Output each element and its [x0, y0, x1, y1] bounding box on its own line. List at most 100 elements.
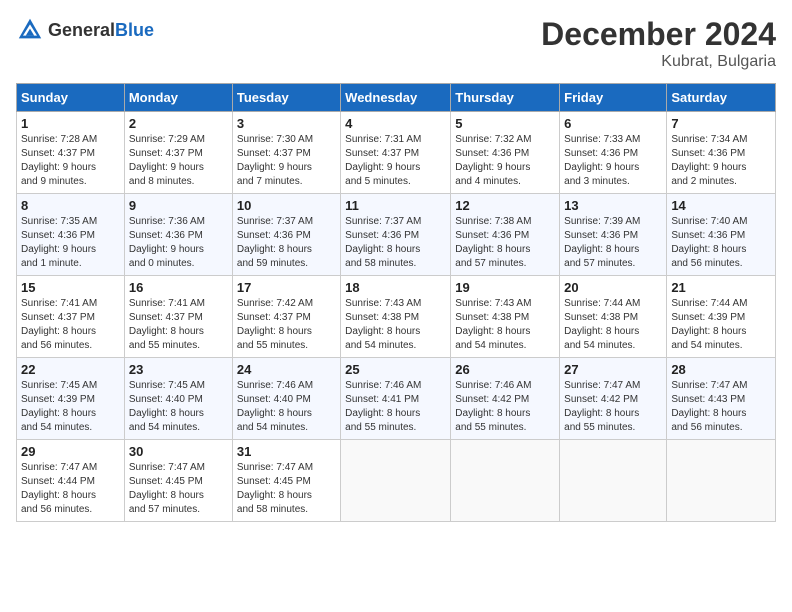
calendar-cell: 5 Sunrise: 7:32 AM Sunset: 4:36 PM Daylig… [451, 112, 560, 194]
calendar-cell: 21 Sunrise: 7:44 AM Sunset: 4:39 PM Dayli… [667, 276, 776, 358]
calendar-cell: 14Sunrise: 7:40 AM Sunset: 4:36 PM Dayli… [667, 194, 776, 276]
calendar-cell: 1Sunrise: 7:28 AM Sunset: 4:37 PM Daylig… [17, 112, 125, 194]
day-number: 20 [564, 280, 662, 295]
calendar-cell [341, 440, 451, 522]
logo-icon [16, 16, 44, 44]
day-number: 31 [237, 444, 336, 459]
calendar-cell: 25Sunrise: 7:46 AM Sunset: 4:41 PM Dayli… [341, 358, 451, 440]
cell-content: Sunrise: 7:43 AM Sunset: 4:38 PM Dayligh… [455, 297, 555, 353]
day-number: 27 [564, 362, 662, 377]
calendar-cell: 31 Sunrise: 7:47 AM Sunset: 4:45 PM Dayli… [232, 440, 340, 522]
cell-content: Sunrise: 7:46 AM Sunset: 4:42 PM Dayligh… [455, 379, 555, 435]
day-number: 30 [129, 444, 228, 459]
day-number: 28 [671, 362, 771, 377]
page-title: December 2024 [541, 16, 776, 53]
calendar-cell: 13 Sunrise: 7:39 AM Sunset: 4:36 PM Dayli… [560, 194, 667, 276]
cell-content: Sunrise: 7:43 AM Sunset: 4:38 PM Dayligh… [345, 297, 446, 353]
weekday-header: Tuesday [232, 84, 340, 112]
cell-content: Sunrise: 7:47 AM Sunset: 4:45 PM Dayligh… [129, 461, 228, 517]
day-number: 29 [21, 444, 120, 459]
day-number: 18 [345, 280, 446, 295]
page-subtitle: Kubrat, Bulgaria [541, 53, 776, 71]
day-number: 26 [455, 362, 555, 377]
day-number: 7 [671, 116, 771, 131]
cell-content: Sunrise: 7:47 AM Sunset: 4:43 PM Dayligh… [671, 379, 771, 435]
calendar-cell: 6 Sunrise: 7:33 AM Sunset: 4:36 PM Daylig… [560, 112, 667, 194]
calendar-cell: 9Sunrise: 7:36 AM Sunset: 4:36 PM Daylig… [124, 194, 232, 276]
calendar-cell: 17 Sunrise: 7:42 AM Sunset: 4:37 PM Dayli… [232, 276, 340, 358]
cell-content: Sunrise: 7:44 AM Sunset: 4:38 PM Dayligh… [564, 297, 662, 353]
day-number: 12 [455, 198, 555, 213]
cell-content: Sunrise: 7:39 AM Sunset: 4:36 PM Dayligh… [564, 215, 662, 271]
cell-content: Sunrise: 7:42 AM Sunset: 4:37 PM Dayligh… [237, 297, 336, 353]
calendar-cell: 12 Sunrise: 7:38 AM Sunset: 4:36 PM Dayli… [451, 194, 560, 276]
cell-content: Sunrise: 7:38 AM Sunset: 4:36 PM Dayligh… [455, 215, 555, 271]
day-number: 9 [129, 198, 228, 213]
day-number: 21 [671, 280, 771, 295]
cell-content: Sunrise: 7:31 AM Sunset: 4:37 PM Dayligh… [345, 133, 446, 189]
cell-content: Sunrise: 7:41 AM Sunset: 4:37 PM Dayligh… [21, 297, 120, 353]
cell-content: Sunrise: 7:41 AM Sunset: 4:37 PM Dayligh… [129, 297, 228, 353]
cell-content: Sunrise: 7:37 AM Sunset: 4:36 PM Dayligh… [345, 215, 446, 271]
calendar-week-row: 22 Sunrise: 7:45 AM Sunset: 4:39 PM Dayli… [17, 358, 776, 440]
calendar-cell: 27Sunrise: 7:47 AM Sunset: 4:42 PM Dayli… [560, 358, 667, 440]
calendar-cell: 24Sunrise: 7:46 AM Sunset: 4:40 PM Dayli… [232, 358, 340, 440]
weekday-header: Sunday [17, 84, 125, 112]
weekday-header: Monday [124, 84, 232, 112]
weekday-header: Friday [560, 84, 667, 112]
calendar-week-row: 8 Sunrise: 7:35 AM Sunset: 4:36 PM Daylig… [17, 194, 776, 276]
day-number: 14 [671, 198, 771, 213]
cell-content: Sunrise: 7:32 AM Sunset: 4:36 PM Dayligh… [455, 133, 555, 189]
day-number: 10 [237, 198, 336, 213]
calendar-cell [560, 440, 667, 522]
day-number: 23 [129, 362, 228, 377]
cell-content: Sunrise: 7:35 AM Sunset: 4:36 PM Dayligh… [21, 215, 120, 271]
calendar-cell: 26 Sunrise: 7:46 AM Sunset: 4:42 PM Dayli… [451, 358, 560, 440]
day-number: 13 [564, 198, 662, 213]
weekday-header: Wednesday [341, 84, 451, 112]
calendar-cell: 8 Sunrise: 7:35 AM Sunset: 4:36 PM Daylig… [17, 194, 125, 276]
cell-content: Sunrise: 7:45 AM Sunset: 4:40 PM Dayligh… [129, 379, 228, 435]
calendar-cell: 16 Sunrise: 7:41 AM Sunset: 4:37 PM Dayli… [124, 276, 232, 358]
calendar-cell: 28 Sunrise: 7:47 AM Sunset: 4:43 PM Dayli… [667, 358, 776, 440]
day-number: 6 [564, 116, 662, 131]
calendar-cell: 3 Sunrise: 7:30 AM Sunset: 4:37 PM Daylig… [232, 112, 340, 194]
day-number: 19 [455, 280, 555, 295]
cell-content: Sunrise: 7:44 AM Sunset: 4:39 PM Dayligh… [671, 297, 771, 353]
calendar-cell: 23 Sunrise: 7:45 AM Sunset: 4:40 PM Dayli… [124, 358, 232, 440]
calendar-cell: 18 Sunrise: 7:43 AM Sunset: 4:38 PM Dayli… [341, 276, 451, 358]
calendar-cell: 20 Sunrise: 7:44 AM Sunset: 4:38 PM Dayli… [560, 276, 667, 358]
title-block: December 2024 Kubrat, Bulgaria [541, 16, 776, 71]
weekday-header: Thursday [451, 84, 560, 112]
cell-content: Sunrise: 7:28 AM Sunset: 4:37 PM Dayligh… [21, 133, 120, 189]
calendar-cell: 7 Sunrise: 7:34 AM Sunset: 4:36 PM Daylig… [667, 112, 776, 194]
day-number: 15 [21, 280, 120, 295]
calendar-cell [451, 440, 560, 522]
day-number: 5 [455, 116, 555, 131]
page-header: General Blue December 2024 Kubrat, Bulga… [16, 16, 776, 71]
logo: General Blue [16, 16, 154, 44]
calendar-cell: 29Sunrise: 7:47 AM Sunset: 4:44 PM Dayli… [17, 440, 125, 522]
day-number: 8 [21, 198, 120, 213]
cell-content: Sunrise: 7:47 AM Sunset: 4:45 PM Dayligh… [237, 461, 336, 517]
calendar-cell: 4Sunrise: 7:31 AM Sunset: 4:37 PM Daylig… [341, 112, 451, 194]
calendar-week-row: 1Sunrise: 7:28 AM Sunset: 4:37 PM Daylig… [17, 112, 776, 194]
day-number: 17 [237, 280, 336, 295]
cell-content: Sunrise: 7:45 AM Sunset: 4:39 PM Dayligh… [21, 379, 120, 435]
calendar-cell: 22 Sunrise: 7:45 AM Sunset: 4:39 PM Dayli… [17, 358, 125, 440]
day-number: 16 [129, 280, 228, 295]
day-number: 3 [237, 116, 336, 131]
cell-content: Sunrise: 7:34 AM Sunset: 4:36 PM Dayligh… [671, 133, 771, 189]
calendar-cell: 19 Sunrise: 7:43 AM Sunset: 4:38 PM Dayli… [451, 276, 560, 358]
calendar-cell: 2Sunrise: 7:29 AM Sunset: 4:37 PM Daylig… [124, 112, 232, 194]
cell-content: Sunrise: 7:30 AM Sunset: 4:37 PM Dayligh… [237, 133, 336, 189]
weekday-header: Saturday [667, 84, 776, 112]
calendar-table: SundayMondayTuesdayWednesdayThursdayFrid… [16, 83, 776, 522]
calendar-week-row: 29Sunrise: 7:47 AM Sunset: 4:44 PM Dayli… [17, 440, 776, 522]
cell-content: Sunrise: 7:37 AM Sunset: 4:36 PM Dayligh… [237, 215, 336, 271]
cell-content: Sunrise: 7:46 AM Sunset: 4:41 PM Dayligh… [345, 379, 446, 435]
calendar-cell [667, 440, 776, 522]
cell-content: Sunrise: 7:33 AM Sunset: 4:36 PM Dayligh… [564, 133, 662, 189]
day-number: 22 [21, 362, 120, 377]
calendar-week-row: 15 Sunrise: 7:41 AM Sunset: 4:37 PM Dayli… [17, 276, 776, 358]
